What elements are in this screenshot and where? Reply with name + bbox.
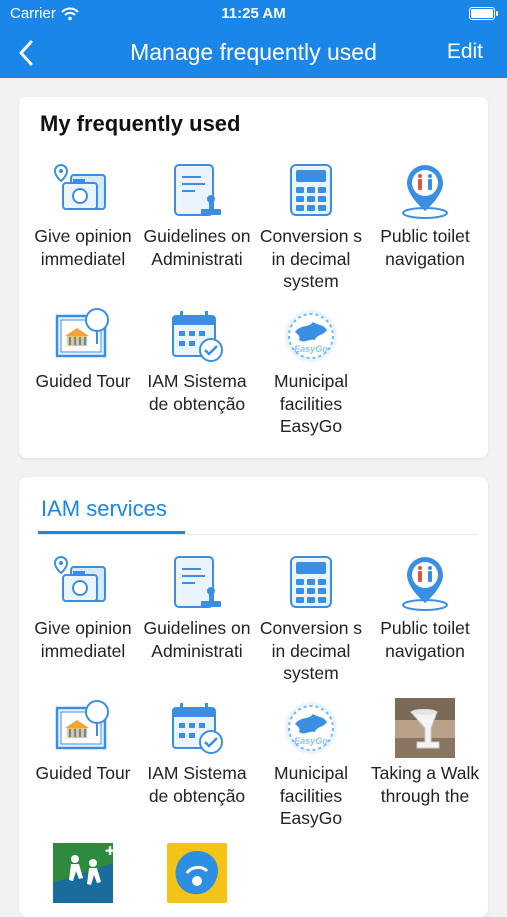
service-label: Municipal facilities EasyGo — [274, 763, 348, 828]
guidelines-document-icon — [167, 553, 227, 613]
shortcut-iam-sistema[interactable]: IAM Sistema de obtenção — [140, 306, 254, 438]
status-bar: Carrier 11:25 AM — [0, 0, 507, 28]
shortcut-label: Guidelines on Administrati — [143, 226, 251, 269]
service-label: Public toilet navigation — [380, 618, 470, 661]
page-title: Manage frequently used — [130, 39, 377, 65]
shortcut-label: IAM Sistema de obtenção — [147, 371, 247, 414]
service-guidelines[interactable]: Guidelines on Administrati — [140, 553, 254, 685]
toilet-location-pin-icon — [395, 553, 455, 613]
calendar-check-icon — [167, 698, 227, 758]
frequently-used-card: My frequently used Give opinion immediat… — [19, 97, 488, 458]
calculator-icon — [281, 161, 341, 221]
shortcut-label: Give opinion immediatel — [34, 226, 132, 269]
shortcut-public-toilet[interactable]: Public toilet navigation — [368, 161, 482, 293]
section-title: My frequently used — [40, 111, 241, 136]
tab-iam-services[interactable]: IAM services — [41, 496, 167, 522]
shortcut-label: Public toilet navigation — [380, 226, 470, 269]
service-label: IAM Sistema de obtenção — [147, 763, 247, 806]
shortcut-easygo[interactable]: Municipal facilities EasyGo — [254, 306, 368, 438]
service-hiking[interactable] — [26, 843, 140, 903]
service-give-opinion[interactable]: Give opinion immediatel — [26, 553, 140, 685]
service-easygo[interactable]: Municipal facilities EasyGo — [254, 698, 368, 830]
battery-icon — [469, 7, 498, 20]
easygo-globe-icon — [281, 306, 341, 366]
service-label: Guided Tour — [35, 763, 131, 783]
edit-button[interactable]: Edit — [447, 40, 483, 64]
shortcut-guidelines[interactable]: Guidelines on Administrati — [140, 161, 254, 293]
service-label: Taking a Walk through the — [370, 763, 480, 806]
divider — [38, 534, 478, 535]
shortcut-label: Municipal facilities EasyGo — [274, 371, 348, 436]
guided-tour-building-icon — [53, 698, 113, 758]
calendar-check-icon — [167, 306, 227, 366]
safety-badge-icon — [167, 843, 227, 903]
shortcut-label: Guided Tour — [35, 371, 131, 391]
iam-services-card: IAM services Give opinion immediatel Gui… — [19, 477, 488, 917]
shortcut-guided-tour[interactable]: Guided Tour — [26, 306, 140, 438]
shortcut-conversions[interactable]: Conversion s in decimal system — [254, 161, 368, 293]
service-public-toilet[interactable]: Public toilet navigation — [368, 553, 482, 685]
service-taking-a-walk[interactable]: Taking a Walk through the — [368, 698, 482, 830]
walk-photo-icon — [395, 698, 455, 758]
service-conversions[interactable]: Conversion s in decimal system — [254, 553, 368, 685]
toilet-location-pin-icon — [395, 161, 455, 221]
guidelines-document-icon — [167, 161, 227, 221]
service-label: Guidelines on Administrati — [143, 618, 251, 661]
hiking-icon — [53, 843, 113, 903]
service-label: Conversion s in decimal system — [259, 618, 363, 683]
shortcut-give-opinion[interactable]: Give opinion immediatel — [26, 161, 140, 293]
navigation-bar: Manage frequently used Edit — [0, 28, 507, 78]
easygo-globe-icon — [281, 698, 341, 758]
opinion-camera-icon — [53, 553, 113, 613]
service-guided-tour[interactable]: Guided Tour — [26, 698, 140, 830]
calculator-icon — [281, 553, 341, 613]
shortcut-label: Conversion s in decimal system — [259, 226, 363, 291]
opinion-camera-icon — [53, 161, 113, 221]
service-label: Give opinion immediatel — [34, 618, 132, 661]
status-time: 11:25 AM — [221, 5, 286, 22]
guided-tour-building-icon — [53, 306, 113, 366]
service-safety[interactable] — [140, 843, 254, 903]
service-iam-sistema[interactable]: IAM Sistema de obtenção — [140, 698, 254, 830]
